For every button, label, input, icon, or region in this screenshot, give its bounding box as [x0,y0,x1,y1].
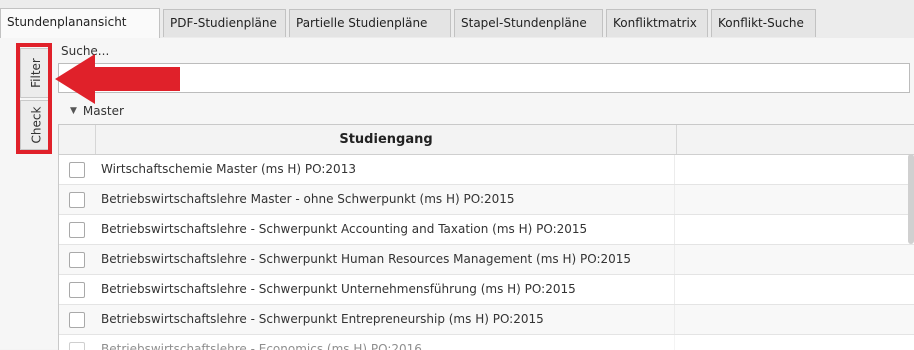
header-check-column [59,125,96,154]
triangle-down-icon[interactable]: ▼ [70,106,77,116]
tab-partielle-studienplaene[interactable]: Partielle Studienpläne [289,9,451,37]
tab-konfliktmatrix[interactable]: Konfliktmatrix [606,9,708,37]
row-studiengang: Betriebswirtschaftslehre - Schwerpunkt U… [95,275,675,304]
row-studiengang: Betriebswirtschaftslehre - Schwerpunkt A… [95,215,675,244]
group-header-master[interactable]: ▼ Master [58,98,914,124]
table-row[interactable]: Betriebswirtschaftslehre - Schwerpunkt A… [59,215,914,245]
row-checkbox[interactable] [69,282,85,298]
column-header-studiengang[interactable]: Studiengang [96,125,677,154]
table-header: Studiengang [59,125,914,155]
tab-konflikt-suche[interactable]: Konflikt-Suche [711,9,816,37]
table-row[interactable]: Betriebswirtschaftslehre - Schwerpunkt U… [59,275,914,305]
side-tab-filter[interactable]: Filter [20,48,52,98]
row-studiengang: Betriebswirtschaftslehre - Schwerpunkt E… [95,305,675,334]
search-input[interactable] [58,63,910,93]
side-tab-check[interactable]: Check [20,100,52,150]
row-checkbox[interactable] [69,312,85,328]
side-tab-filter-label: Filter [29,58,43,88]
tab-stundenplanansicht[interactable]: Stundenplanansicht [0,8,160,38]
row-checkbox[interactable] [69,162,85,178]
table-row[interactable]: Betriebswirtschaftslehre Master - ohne S… [59,185,914,215]
table-row[interactable]: Betriebswirtschaftslehre - Schwerpunkt E… [59,305,914,335]
search-label: Suche... [61,44,109,58]
table-row[interactable]: Betriebswirtschaftslehre - Schwerpunkt H… [59,245,914,275]
tab-bar: Stundenplanansicht PDF-Studienpläne Part… [0,0,914,39]
studiengang-table: Studiengang Wirtschaftschemie Master (ms… [58,124,914,350]
row-studiengang: Wirtschaftschemie Master (ms H) PO:2013 [95,155,675,184]
vertical-scrollbar[interactable] [908,154,914,244]
row-studiengang: Betriebswirtschaftslehre - Schwerpunkt H… [95,245,675,274]
row-studiengang: Betriebswirtschaftslehre Master - ohne S… [95,185,675,214]
tab-stapel-stundenplaene[interactable]: Stapel-Stundenpläne [454,9,603,37]
tab-pdf-studienplaene[interactable]: PDF-Studienpläne [163,9,286,37]
side-tab-check-label: Check [29,107,43,144]
row-checkbox[interactable] [69,222,85,238]
row-checkbox[interactable] [69,252,85,268]
row-studiengang: Betriebswirtschaftslehre - Economics (ms… [95,335,675,350]
table-row[interactable]: Betriebswirtschaftslehre - Economics (ms… [59,335,914,350]
header-empty-column [677,125,914,154]
table-row[interactable]: Wirtschaftschemie Master (ms H) PO:2013 [59,155,914,185]
group-label: Master [83,104,124,118]
row-checkbox[interactable] [69,192,85,208]
